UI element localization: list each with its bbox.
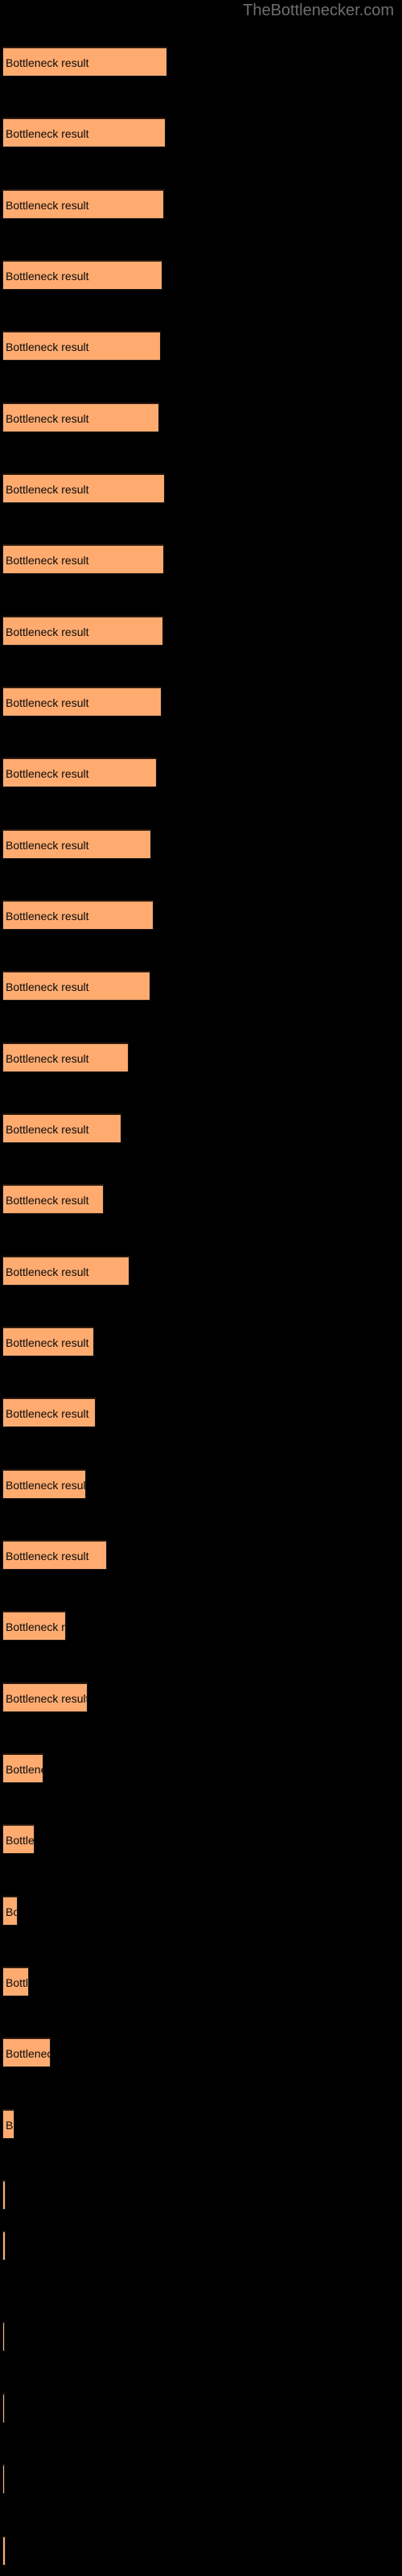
bar-rect[interactable]: Bottleneck result (2, 1896, 18, 1926)
bar-rect[interactable]: Bottleneck result (2, 2231, 6, 2260)
bar-rect[interactable]: Bottleneck result (2, 1042, 129, 1072)
bar-rect[interactable]: Bottleneck result (2, 1824, 35, 1854)
bar-rect[interactable]: Bottleneck result (2, 2180, 6, 2210)
bar-rect[interactable]: Bottleneck result (2, 2536, 6, 2566)
bar-label: Bottleneck result (6, 127, 89, 140)
bar-rect[interactable]: Bottleneck result (2, 1967, 29, 1996)
bar-rect[interactable]: Bottleneck result (2, 2322, 5, 2351)
bar-rect[interactable]: Bottleneck result (2, 1397, 96, 1427)
bar-label: Bottleneck result (6, 839, 89, 852)
bar-rect[interactable]: Bottleneck result (2, 2109, 14, 2139)
bar-label: Bottleneck result (6, 270, 89, 283)
bar-rect[interactable]: Bottleneck result (2, 1469, 86, 1499)
bar-rect[interactable]: Bottleneck result (2, 758, 157, 787)
bar-label: Bottleneck result (6, 412, 89, 425)
bar-rect[interactable]: Bottleneck result (2, 473, 165, 503)
bar-rect[interactable]: Bottleneck result (2, 1540, 107, 1570)
bar-label: Bottleneck result (6, 56, 89, 69)
bar-rect[interactable]: Bottleneck result (2, 616, 163, 646)
bar-label: Bottleneck result (6, 1123, 89, 1136)
bar-label: Bottleneck result (6, 1763, 43, 1776)
bar-label: Bottleneck result (6, 2047, 50, 2060)
bar-rect[interactable]: Bottleneck result (2, 1113, 121, 1143)
bar-rect[interactable]: Bottleneck result (2, 331, 161, 361)
bar-label: Bottleneck result (6, 767, 89, 780)
bar-rect[interactable]: Bottleneck result (2, 402, 159, 432)
bar-rect[interactable]: Bottleneck result (2, 900, 154, 930)
bar-label: Bottleneck result (6, 1336, 89, 1349)
bar-label: Bottleneck result (6, 1550, 89, 1563)
bar-rect[interactable]: Bottleneck result (2, 47, 167, 76)
bar-rect[interactable]: Bottleneck result (2, 1611, 66, 1641)
bar-label: Bottleneck result (6, 341, 89, 353)
bar-rect[interactable]: Bottleneck result (2, 1753, 43, 1783)
bar-rect[interactable]: Bottleneck result (2, 544, 164, 574)
bar-label: Bottleneck result (6, 1407, 89, 1420)
bar-rect[interactable]: Bottleneck result (2, 1327, 94, 1356)
bar-rect[interactable]: Bottleneck result (2, 687, 162, 716)
bar-rect[interactable]: Bottleneck result (2, 118, 166, 147)
bar-label: Bottleneck result (6, 1052, 89, 1065)
bar-rect[interactable]: Bottleneck result (2, 2464, 5, 2494)
bar-label: Bottleneck result (6, 1265, 89, 1278)
bar-label: Bottleneck result (6, 696, 89, 709)
bar-label: Bottleneck result (6, 1692, 88, 1705)
bar-label: Bottleneck result (6, 1905, 17, 1918)
bar-label: Bottleneck result (6, 554, 89, 567)
bar-rect[interactable]: Bottleneck result (2, 2393, 5, 2423)
bar-rect[interactable]: Bottleneck result (2, 1682, 88, 1712)
bar-label: Bottleneck result (6, 980, 89, 993)
bar-label: Bottleneck result (6, 483, 89, 496)
bar-chart: TheBottlenecker.com Bottleneck result Bot… (0, 0, 402, 2576)
bar-rect[interactable]: Bottleneck result (2, 2037, 51, 2067)
bar-rect[interactable]: Bottleneck result (2, 829, 151, 859)
bar-rect[interactable]: Bottleneck result (2, 260, 162, 290)
bar-label: Bottleneck result (6, 1620, 65, 1633)
bar-label: Bottleneck result (6, 2119, 14, 2132)
bar-label: Bottleneck result (6, 1194, 89, 1207)
bar-label: Bottleneck result (6, 910, 89, 923)
bar-label: Bottleneck result (6, 625, 89, 638)
bars-container: Bottleneck result Bottleneck result Bottle… (0, 0, 402, 2576)
bar-label: Bottleneck result (6, 1976, 29, 1989)
bar-label: Bottleneck result (6, 199, 89, 212)
bar-rect[interactable]: Bottleneck result (2, 971, 150, 1001)
bar-label: Bottleneck result (6, 1834, 35, 1847)
bar-rect[interactable]: Bottleneck result (2, 189, 164, 219)
bar-rect[interactable]: Bottleneck result (2, 1184, 104, 1214)
bar-label: Bottleneck result (6, 1479, 86, 1492)
bar-rect[interactable]: Bottleneck result (2, 1256, 129, 1286)
